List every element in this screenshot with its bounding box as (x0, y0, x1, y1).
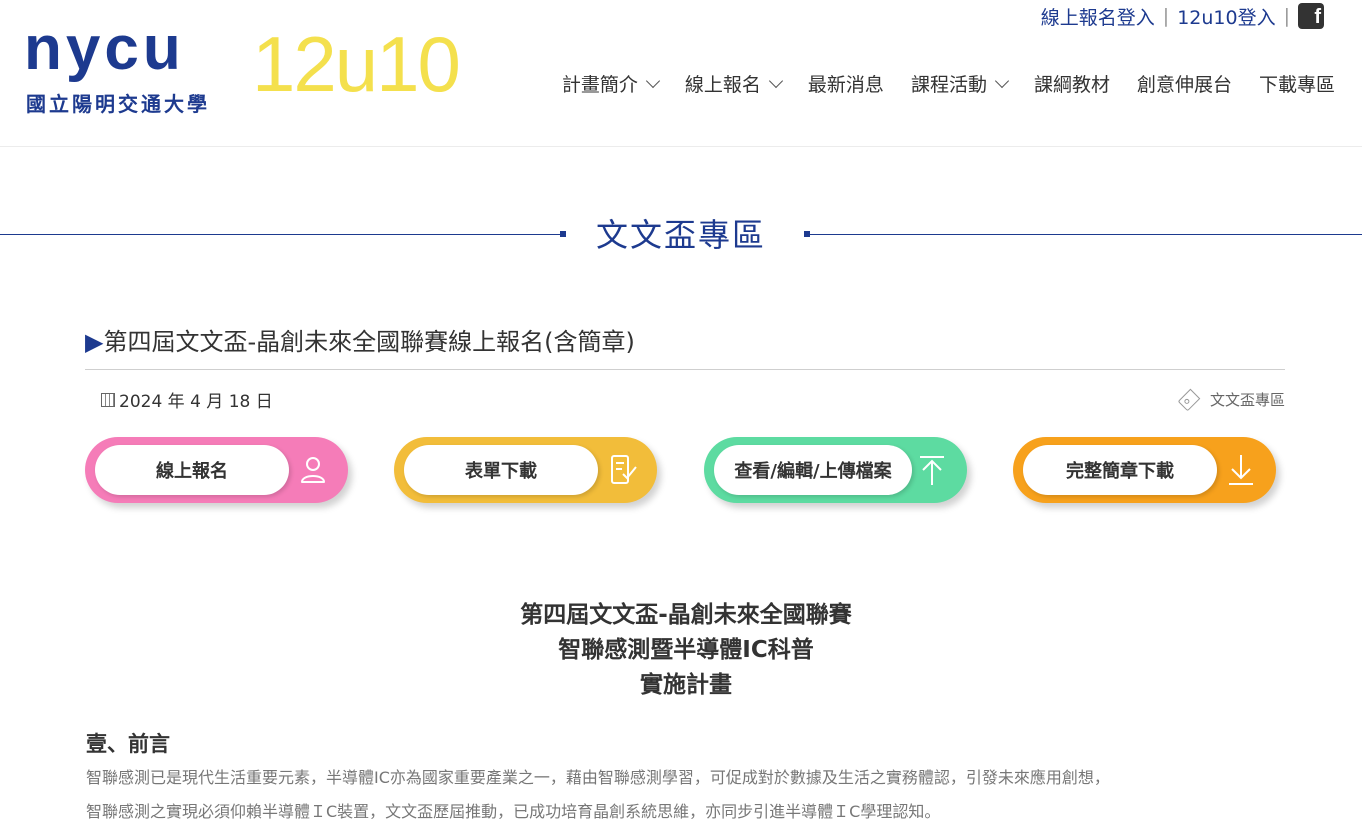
nav-item-activities[interactable]: 課程活動 (910, 70, 1010, 97)
logo-university-name: 國立陽明交通大學 (26, 92, 210, 116)
nav-label: 課綱教材 (1033, 74, 1110, 96)
section-heading: 文文盃專區 (0, 212, 1362, 258)
button-label: 完整簡章下載 (1023, 445, 1217, 495)
document-heading-line: 第四屆文文盃-晶創未來全國聯賽 (520, 602, 852, 628)
online-registration-button[interactable]: 線上報名 (85, 437, 348, 503)
site-header: nycu 國立陽明交通大學 12u10 線上報名登入 | 12u10登入 | f… (0, 0, 1362, 147)
section-1-title: 壹、前言 (86, 732, 170, 756)
nav-item-news[interactable]: 最新消息 (808, 70, 884, 97)
nav-label: 下載專區 (1258, 74, 1335, 96)
full-brochure-download-button[interactable]: 完整簡章下載 (1013, 437, 1276, 503)
post-title: ▶第四屆文文盃-晶創未來全國聯賽線上報名(含簡章) (85, 322, 635, 357)
nav-label: 線上報名 (684, 74, 761, 96)
button-label: 查看/編輯/上傳檔案 (714, 445, 912, 495)
nav-item-about[interactable]: 計畫簡介 (561, 70, 660, 97)
nav-label: 創意伸展台 (1136, 74, 1232, 96)
12u10-login-link[interactable]: 12u10登入 (1177, 3, 1275, 30)
chevron-down-icon (768, 73, 783, 88)
button-label: 表單下載 (404, 445, 598, 495)
logo-brand: nycu (24, 14, 185, 83)
nav-item-downloads[interactable]: 下載專區 (1259, 70, 1335, 97)
nav-label: 計畫簡介 (561, 74, 638, 96)
site-logo[interactable]: nycu 國立陽明交通大學 12u10 (24, 18, 464, 118)
document-heading-line: 實施計畫 (640, 672, 732, 698)
document-heading-line: 智聯感測暨半導體IC科普 (558, 637, 814, 663)
body-line: 智聯感測之實現必須仰賴半導體ＩC裝置，文文盃歷屆推動，已成功培育晶創系統思維，亦… (86, 802, 941, 821)
view-edit-upload-button[interactable]: 查看/編輯/上傳檔案 (704, 437, 967, 503)
tag-icon (1177, 388, 1201, 411)
facebook-icon[interactable]: f (1298, 3, 1324, 29)
post-category[interactable]: 文文盃專區 (1177, 388, 1285, 411)
section-1-body: 智聯感測已是現代生活重要元素，半導體IC亦為國家重要產業之一，藉由智聯感測學習，… (86, 761, 1296, 829)
post-title-text: 第四屆文文盃-晶創未來全國聯賽線上報名(含簡章) (103, 328, 635, 356)
triangle-bullet-icon: ▶ (85, 328, 104, 356)
user-icon (301, 457, 325, 483)
divider: | (1162, 5, 1170, 27)
form-download-button[interactable]: 表單下載 (394, 437, 657, 503)
heading-rule-right (810, 234, 1362, 235)
member-login-link[interactable]: 線上報名登入 (1041, 3, 1155, 30)
nav-item-curriculum[interactable]: 課綱教材 (1034, 70, 1110, 97)
post-category-text: 文文盃專區 (1209, 391, 1285, 409)
form-icon (611, 455, 637, 484)
nav-label: 課程活動 (910, 74, 987, 96)
logo-program: 12u10 (252, 20, 461, 108)
button-label: 線上報名 (95, 445, 289, 495)
post-date: 2024 年 4 月 18 日 (101, 387, 273, 412)
top-links: 線上報名登入 | 12u10登入 | f (1041, 2, 1324, 30)
post-date-text: 2024 年 4 月 18 日 (119, 392, 273, 412)
download-arrow-icon (1229, 455, 1253, 485)
document-heading: 第四屆文文盃-晶創未來全國聯賽 智聯感測暨半導體IC科普 實施計畫 (0, 598, 1362, 703)
chevron-down-icon (645, 73, 660, 88)
main-nav: 計畫簡介 線上報名 最新消息 課程活動 課綱教材 創意伸展台 下載專區 (535, 70, 1335, 97)
title-divider (85, 369, 1285, 370)
nav-item-registration[interactable]: 線上報名 (684, 70, 783, 97)
calendar-icon (101, 392, 115, 407)
upload-arrow-icon (920, 456, 944, 485)
nav-label: 最新消息 (807, 74, 884, 96)
page-title: 文文盃專區 (595, 216, 766, 254)
body-line: 智聯感測已是現代生活重要元素，半導體IC亦為國家重要產業之一，藉由智聯感測學習，… (86, 768, 1110, 787)
nav-item-showcase[interactable]: 創意伸展台 (1137, 70, 1232, 97)
divider: | (1283, 5, 1290, 27)
chevron-down-icon (994, 73, 1010, 88)
